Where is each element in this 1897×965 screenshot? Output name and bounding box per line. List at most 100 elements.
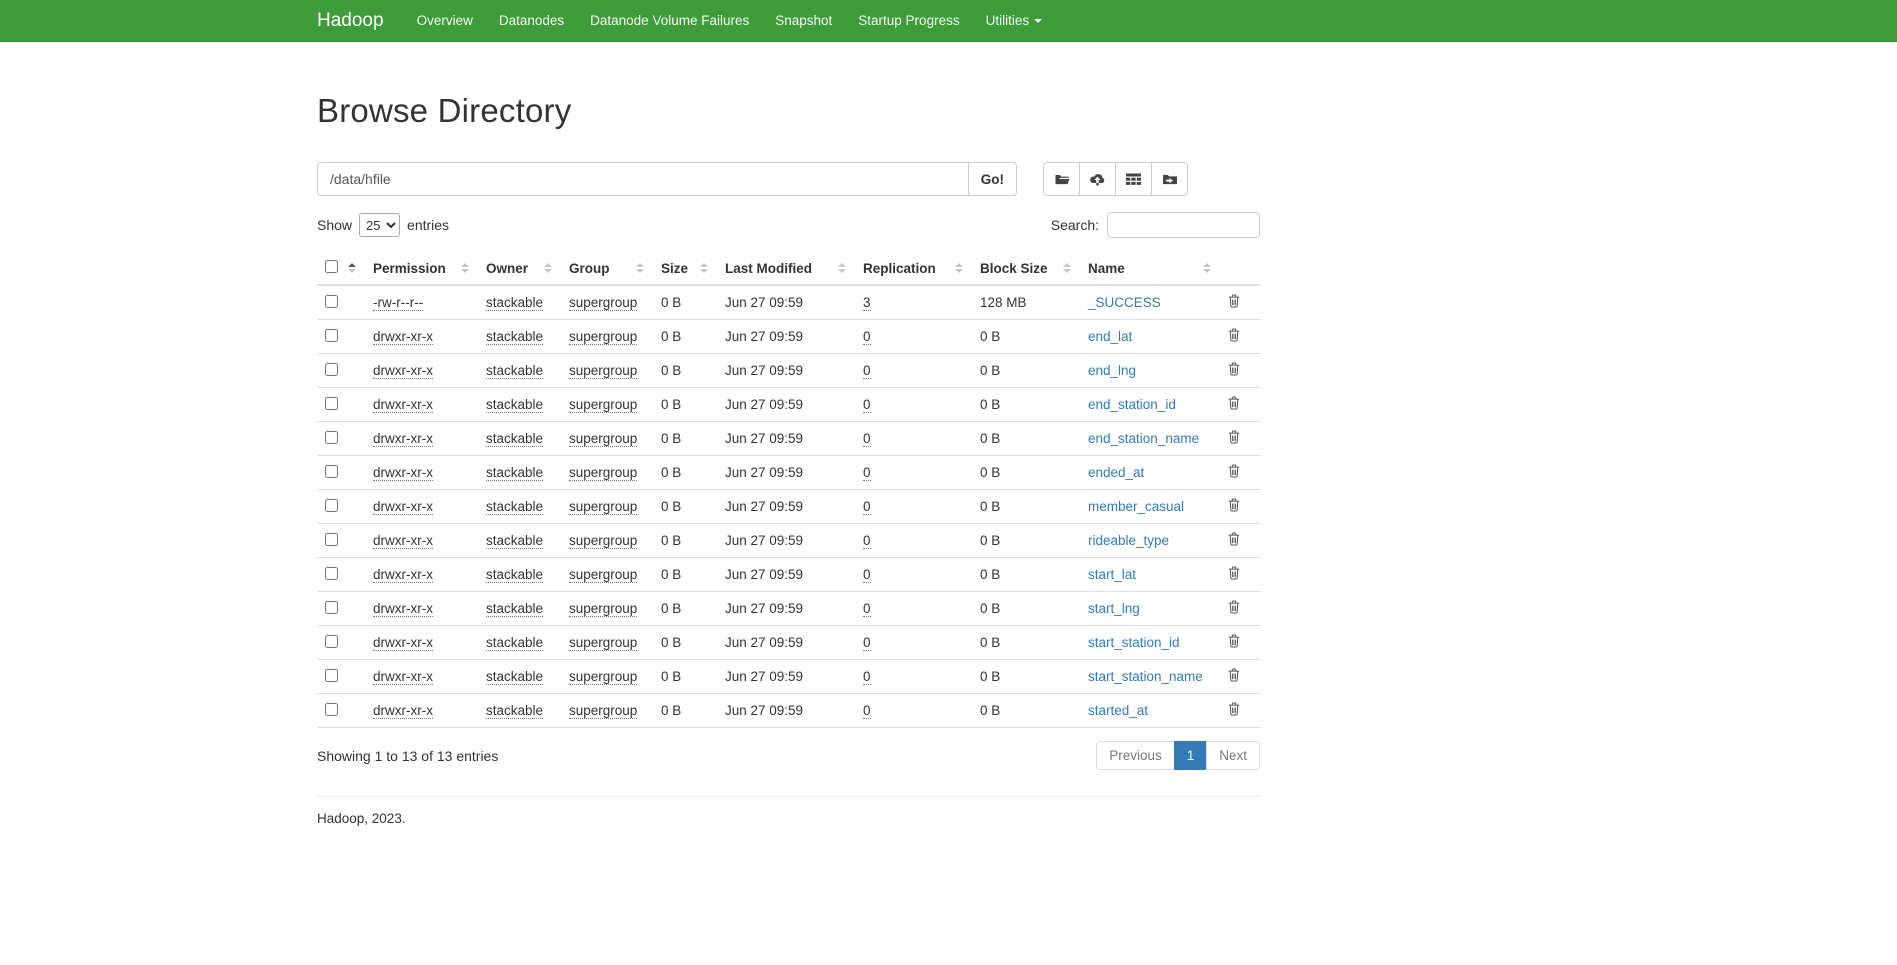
col-header-select-all[interactable]: [317, 252, 365, 285]
col-header-permission[interactable]: Permission: [365, 252, 478, 285]
owner-value[interactable]: stackable: [486, 499, 543, 515]
nav-item-utilities[interactable]: Utilities: [973, 0, 1056, 42]
row-checkbox[interactable]: [325, 703, 338, 716]
row-checkbox[interactable]: [325, 567, 338, 580]
replication-value[interactable]: 3: [863, 295, 871, 311]
permission-value[interactable]: drwxr-xr-x: [373, 669, 433, 685]
file-link[interactable]: end_lng: [1088, 363, 1136, 378]
page-size-select[interactable]: 25: [359, 213, 400, 237]
row-checkbox[interactable]: [325, 363, 338, 376]
group-value[interactable]: supergroup: [569, 567, 637, 583]
replication-value[interactable]: 0: [863, 431, 871, 447]
owner-value[interactable]: stackable: [486, 669, 543, 685]
create-directory-button[interactable]: [1043, 162, 1080, 196]
select-all-checkbox[interactable]: [325, 260, 338, 273]
replication-value[interactable]: 0: [863, 703, 871, 719]
col-header-block-size[interactable]: Block Size: [972, 252, 1080, 285]
owner-value[interactable]: stackable: [486, 601, 543, 617]
nav-item[interactable]: Startup Progress: [845, 0, 972, 41]
group-value[interactable]: supergroup: [569, 295, 637, 311]
group-value[interactable]: supergroup: [569, 533, 637, 549]
replication-value[interactable]: 0: [863, 601, 871, 617]
owner-value[interactable]: stackable: [486, 533, 543, 549]
group-value[interactable]: supergroup: [569, 703, 637, 719]
replication-value[interactable]: 0: [863, 465, 871, 481]
search-input[interactable]: [1107, 212, 1260, 238]
pagination-next[interactable]: Next: [1206, 741, 1260, 770]
row-checkbox[interactable]: [325, 295, 338, 308]
owner-value[interactable]: stackable: [486, 295, 543, 311]
col-header-name[interactable]: Name: [1080, 252, 1220, 285]
group-value[interactable]: supergroup: [569, 431, 637, 447]
replication-value[interactable]: 0: [863, 499, 871, 515]
delete-file-button[interactable]: [1228, 396, 1240, 410]
delete-file-button[interactable]: [1228, 294, 1240, 308]
group-value[interactable]: supergroup: [569, 397, 637, 413]
file-link[interactable]: rideable_type: [1088, 533, 1169, 548]
replication-value[interactable]: 0: [863, 363, 871, 379]
delete-file-button[interactable]: [1228, 430, 1240, 444]
nav-item[interactable]: Snapshot: [762, 0, 845, 41]
owner-value[interactable]: stackable: [486, 465, 543, 481]
row-checkbox[interactable]: [325, 397, 338, 410]
col-header-last-modified[interactable]: Last Modified: [717, 252, 855, 285]
file-link[interactable]: _SUCCESS: [1088, 295, 1161, 310]
permission-value[interactable]: drwxr-xr-x: [373, 363, 433, 379]
group-value[interactable]: supergroup: [569, 635, 637, 651]
delete-file-button[interactable]: [1228, 634, 1240, 648]
file-link[interactable]: end_station_id: [1088, 397, 1176, 412]
file-link[interactable]: start_lat: [1088, 567, 1136, 582]
replication-value[interactable]: 0: [863, 669, 871, 685]
owner-value[interactable]: stackable: [486, 703, 543, 719]
group-value[interactable]: supergroup: [569, 363, 637, 379]
file-link[interactable]: start_station_name: [1088, 669, 1203, 684]
group-value[interactable]: supergroup: [569, 499, 637, 515]
permission-value[interactable]: drwxr-xr-x: [373, 465, 433, 481]
upload-files-button[interactable]: [1079, 162, 1116, 196]
path-input[interactable]: [317, 162, 969, 196]
permission-value[interactable]: drwxr-xr-x: [373, 635, 433, 651]
replication-value[interactable]: 0: [863, 635, 871, 651]
permission-value[interactable]: drwxr-xr-x: [373, 533, 433, 549]
permission-value[interactable]: -rw-r--r--: [373, 295, 423, 311]
col-header-replication[interactable]: Replication: [855, 252, 972, 285]
replication-value[interactable]: 0: [863, 397, 871, 413]
row-checkbox[interactable]: [325, 499, 338, 512]
col-header-size[interactable]: Size: [653, 252, 717, 285]
delete-file-button[interactable]: [1228, 328, 1240, 342]
permission-value[interactable]: drwxr-xr-x: [373, 329, 433, 345]
col-header-owner[interactable]: Owner: [478, 252, 561, 285]
pagination-previous[interactable]: Previous: [1096, 741, 1175, 770]
row-checkbox[interactable]: [325, 533, 338, 546]
owner-value[interactable]: stackable: [486, 397, 543, 413]
table-view-button[interactable]: [1115, 162, 1152, 196]
row-checkbox[interactable]: [325, 635, 338, 648]
row-checkbox[interactable]: [325, 669, 338, 682]
file-link[interactable]: end_station_name: [1088, 431, 1199, 446]
permission-value[interactable]: drwxr-xr-x: [373, 567, 433, 583]
file-link[interactable]: end_lat: [1088, 329, 1132, 344]
permission-value[interactable]: drwxr-xr-x: [373, 431, 433, 447]
delete-file-button[interactable]: [1228, 532, 1240, 546]
move-folder-button[interactable]: [1151, 162, 1188, 196]
file-link[interactable]: started_at: [1088, 703, 1148, 718]
pagination-page-1[interactable]: 1: [1174, 741, 1208, 770]
col-header-group[interactable]: Group: [561, 252, 653, 285]
group-value[interactable]: supergroup: [569, 601, 637, 617]
nav-item[interactable]: Overview: [404, 0, 486, 41]
delete-file-button[interactable]: [1228, 668, 1240, 682]
permission-value[interactable]: drwxr-xr-x: [373, 397, 433, 413]
delete-file-button[interactable]: [1228, 566, 1240, 580]
replication-value[interactable]: 0: [863, 533, 871, 549]
hadoop-brand[interactable]: Hadoop: [317, 10, 394, 32]
replication-value[interactable]: 0: [863, 567, 871, 583]
group-value[interactable]: supergroup: [569, 465, 637, 481]
file-link[interactable]: start_station_id: [1088, 635, 1180, 650]
row-checkbox[interactable]: [325, 465, 338, 478]
owner-value[interactable]: stackable: [486, 635, 543, 651]
delete-file-button[interactable]: [1228, 702, 1240, 716]
row-checkbox[interactable]: [325, 329, 338, 342]
replication-value[interactable]: 0: [863, 329, 871, 345]
file-link[interactable]: start_lng: [1088, 601, 1140, 616]
owner-value[interactable]: stackable: [486, 329, 543, 345]
